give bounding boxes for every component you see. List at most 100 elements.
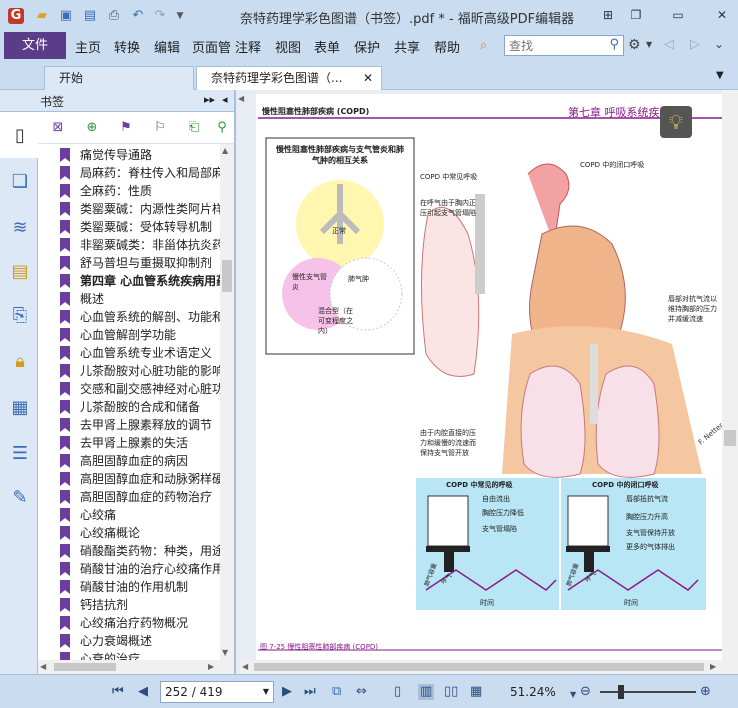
- prev-page-icon[interactable]: ◀: [138, 684, 148, 700]
- close-icon[interactable]: ✕: [712, 6, 732, 24]
- fit-width-icon[interactable]: ⇔: [356, 684, 367, 700]
- single-page-icon[interactable]: ▯: [394, 684, 401, 700]
- bookmark-item[interactable]: 钙拮抗剂: [38, 596, 220, 614]
- page-number-input[interactable]: 252 / 419 ▼: [160, 681, 274, 703]
- form-fields-icon[interactable]: ☰: [8, 442, 32, 466]
- menu-page-manage[interactable]: 页面管理: [192, 37, 230, 56]
- viewer-scroll-thumb[interactable]: [724, 430, 736, 446]
- zoom-dropdown-icon[interactable]: ▼: [570, 687, 576, 703]
- bookmark-item[interactable]: 交感和副交感神经对心脏功能: [38, 380, 220, 398]
- menu-edit[interactable]: 编辑: [154, 37, 180, 56]
- bookmark-item[interactable]: 心绞痛概论: [38, 524, 220, 542]
- menu-view[interactable]: 视图: [275, 37, 301, 56]
- panel-collapse-icon[interactable]: ◂: [222, 93, 228, 106]
- last-page-icon[interactable]: ⏭: [304, 684, 316, 700]
- continuous-page-icon[interactable]: ▥: [418, 684, 435, 700]
- first-page-icon[interactable]: ⏮: [112, 684, 124, 700]
- gear-dropdown-icon[interactable]: ▼: [646, 40, 652, 49]
- undo-icon[interactable]: ↶: [130, 8, 146, 24]
- bookmark-child-icon[interactable]: ⚐: [152, 120, 168, 136]
- scroll-down-icon[interactable]: ▼: [222, 648, 228, 657]
- bookmark-item[interactable]: 全麻药：性质: [38, 182, 220, 200]
- gear-icon[interactable]: ⚙: [628, 37, 641, 53]
- nav-forward-icon[interactable]: ▷: [690, 37, 700, 52]
- fit-page-icon[interactable]: ⧉: [332, 684, 341, 700]
- foxit-logo-icon[interactable]: G: [8, 8, 24, 24]
- search-input[interactable]: [505, 36, 601, 55]
- bookmark-search-icon[interactable]: ⚲: [214, 120, 230, 136]
- tab-document[interactable]: 奈特药理学彩色图谱（... ✕: [196, 66, 382, 90]
- bookmark-item[interactable]: 高胆固醇血症的药物治疗: [38, 488, 220, 506]
- bookmark-item[interactable]: 第四章 心血管系统疾病用药: [38, 272, 220, 290]
- zoom-slider-handle[interactable]: [618, 685, 624, 699]
- attachment-icon[interactable]: ⎘: [8, 304, 32, 328]
- scroll-right-icon[interactable]: ▶: [208, 662, 214, 671]
- bookmark-vscrollbar[interactable]: ▲ ▼: [220, 144, 234, 660]
- save-as-icon[interactable]: ▤: [82, 8, 98, 24]
- find-folder-icon[interactable]: ⌕: [480, 38, 498, 54]
- bookmark-item[interactable]: 痛觉传导通路: [38, 146, 220, 164]
- next-page-icon[interactable]: ▶: [282, 684, 292, 700]
- bookmark-item[interactable]: 硝酸甘油的作用机制: [38, 578, 220, 596]
- zoom-out-icon[interactable]: ⊖: [580, 684, 591, 700]
- menu-home[interactable]: 主页: [75, 37, 101, 56]
- scroll-up-icon[interactable]: ▲: [222, 146, 228, 155]
- quick-access-dropdown-icon[interactable]: ▼: [172, 8, 188, 24]
- bookmark-item[interactable]: 心绞痛: [38, 506, 220, 524]
- bookmark-item[interactable]: 概述: [38, 290, 220, 308]
- document-properties-icon[interactable]: ▦: [8, 396, 32, 420]
- bookmark-item[interactable]: 儿茶酚胺的合成和储备: [38, 398, 220, 416]
- menu-protect[interactable]: 保护: [354, 37, 380, 56]
- tab-start[interactable]: 开始: [44, 66, 194, 90]
- bookmark-item[interactable]: 心绞痛治疗药物概况: [38, 614, 220, 632]
- continuous-facing-icon[interactable]: ▦: [470, 684, 482, 700]
- zoom-slider[interactable]: [600, 685, 696, 699]
- bookmark-item[interactable]: 心血管系统专业术语定义: [38, 344, 220, 362]
- layout-icon[interactable]: ⊞: [598, 6, 618, 24]
- bookmark-item[interactable]: 高胆固醇血症的病因: [38, 452, 220, 470]
- viewer-scroll-right-icon[interactable]: ▶: [710, 662, 716, 671]
- bookmark-item[interactable]: 舒马普坦与重摄取抑制剂: [38, 254, 220, 272]
- bookmark-item[interactable]: 硝酸酯类药物：种类，用途: [38, 542, 220, 560]
- menu-help[interactable]: 帮助: [434, 37, 460, 56]
- signature-icon[interactable]: ✎: [8, 486, 32, 510]
- pages-icon[interactable]: ❏: [8, 170, 32, 194]
- lock-icon[interactable]: 🔒︎: [8, 350, 32, 374]
- search-box[interactable]: ⚲: [504, 35, 624, 56]
- layers-icon[interactable]: ≋: [8, 216, 32, 240]
- viewer-scroll-left-icon[interactable]: ◀: [242, 662, 248, 671]
- bookmark-item[interactable]: 去甲肾上腺素释放的调节: [38, 416, 220, 434]
- bookmark-item[interactable]: 去甲肾上腺素的失活: [38, 434, 220, 452]
- restore-icon[interactable]: ❐: [626, 6, 646, 24]
- scroll-thumb[interactable]: [222, 260, 232, 292]
- minimize-icon[interactable]: ▭: [668, 6, 688, 24]
- bookmark-item[interactable]: 类罂粟碱：受体转导机制: [38, 218, 220, 236]
- bookmark-item[interactable]: 硝酸甘油的治疗心绞痛作用: [38, 560, 220, 578]
- zoom-level[interactable]: 51.24%: [510, 684, 556, 700]
- bookmark-item[interactable]: 类罂粟碱：内源性类阿片样物质: [38, 200, 220, 218]
- hscroll-thumb[interactable]: [54, 663, 116, 671]
- redo-icon[interactable]: ↷: [152, 8, 168, 24]
- nav-back-icon[interactable]: ◁: [664, 37, 674, 52]
- scroll-left-icon[interactable]: ◀: [40, 662, 46, 671]
- new-bookmark-page-icon[interactable]: ⎗: [186, 120, 202, 136]
- menu-comment[interactable]: 注释: [235, 37, 261, 56]
- bookmark-hscrollbar[interactable]: ◀ ▶: [38, 660, 234, 674]
- bookmark-item[interactable]: 高胆固醇血症和动脉粥样硬化: [38, 470, 220, 488]
- viewer-hscroll-thumb[interactable]: [254, 663, 704, 671]
- bookmark-item[interactable]: 儿茶酚胺对心脏功能的影响: [38, 362, 220, 380]
- add-bookmark-icon[interactable]: ⊕: [84, 120, 100, 136]
- viewer-hscrollbar[interactable]: ◀ ▶: [240, 660, 722, 674]
- page-thumbnail-icon[interactable]: ▯: [8, 124, 32, 148]
- bookmark-item[interactable]: 心血管解剖学功能: [38, 326, 220, 344]
- search-icon[interactable]: ⚲: [609, 37, 619, 52]
- menu-share[interactable]: 共享: [394, 37, 420, 56]
- file-button[interactable]: 文件: [4, 32, 66, 59]
- viewer-vscrollbar[interactable]: [722, 90, 738, 674]
- comments-icon[interactable]: ▤: [8, 260, 32, 284]
- open-folder-icon[interactable]: ▰: [34, 8, 50, 24]
- page-dropdown-icon[interactable]: ▼: [263, 682, 269, 702]
- ribbon-collapse-icon[interactable]: ⌄: [714, 37, 724, 51]
- collapse-panel-icon[interactable]: ◀: [238, 94, 244, 103]
- print-icon[interactable]: ⎙: [106, 8, 122, 24]
